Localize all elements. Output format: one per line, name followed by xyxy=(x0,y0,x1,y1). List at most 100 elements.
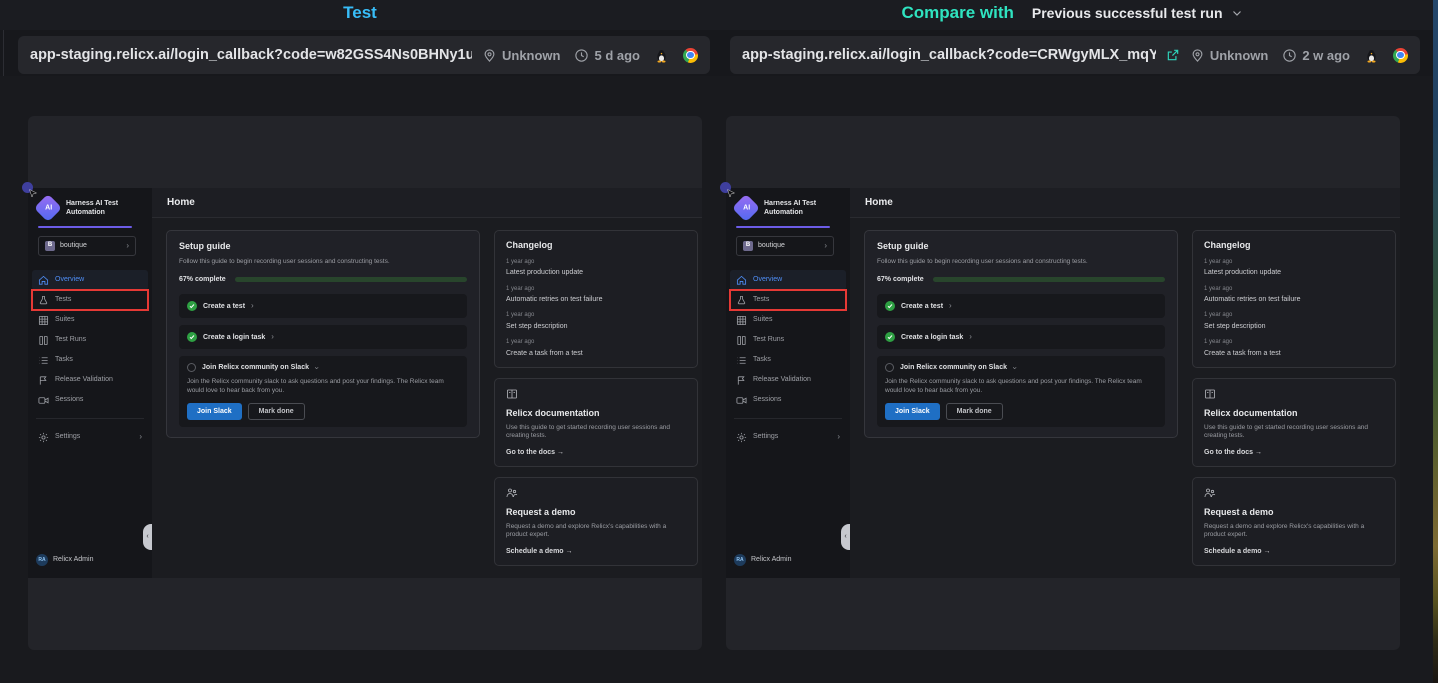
location-value: Unknown xyxy=(1190,48,1269,63)
brand: AI Harness AI Test Automation xyxy=(730,194,846,220)
schedule-demo-link: Schedule a demo → xyxy=(506,547,686,556)
chevron-right-icon: › xyxy=(969,333,972,341)
project-selector: B boutique › xyxy=(38,236,136,256)
test-comparison-view: Test Compare with Previous successful te… xyxy=(0,0,1438,683)
chevron-right-icon: › xyxy=(824,242,827,250)
test-url-bar[interactable]: app-staging.relicx.ai/login_callback?cod… xyxy=(18,36,710,74)
gear-icon xyxy=(38,432,49,443)
task-create-a-test: Create a test › xyxy=(179,294,467,318)
sidebar-item-tests: Tests xyxy=(32,290,148,310)
request-demo-card: Request a demo Request a demo and explor… xyxy=(1192,477,1396,566)
chevron-down-icon: › xyxy=(312,366,320,369)
sidebar-item-label: Test Runs xyxy=(753,335,784,344)
sidebar-item-tests: Tests xyxy=(730,290,846,310)
flask-icon xyxy=(38,295,49,306)
background-edge-strip xyxy=(1433,0,1438,683)
project-badge: B xyxy=(743,241,753,251)
setup-guide-description: Follow this guide to begin recording use… xyxy=(179,258,467,266)
changelog-entry: 1 year ago Set step description xyxy=(1204,312,1384,331)
sidebar-item-sessions: Sessions xyxy=(32,390,148,410)
task-label: Create a login task xyxy=(901,333,963,342)
chrome-browser-icon xyxy=(1393,48,1408,63)
documentation-card: Relicx documentation Use this guide to g… xyxy=(1192,378,1396,467)
sidebar-item-tasks: Tasks xyxy=(730,350,846,370)
task-label: Create a test xyxy=(901,302,943,311)
sidebar-item-label: Tasks xyxy=(55,355,73,364)
sidebar-collapse-handle: ‹ xyxy=(841,524,850,550)
brand: AI Harness AI Test Automation xyxy=(32,194,148,220)
app-topbar: Home xyxy=(152,188,702,218)
test-screenshot-panel[interactable]: AI Harness AI Test Automation B boutique… xyxy=(28,116,702,650)
user-row: RA Relicx Admin xyxy=(32,550,148,570)
check-icon xyxy=(187,301,197,311)
sidebar-item-test-runs: Test Runs xyxy=(730,330,846,350)
page-title: Home xyxy=(865,196,893,209)
test-url[interactable]: app-staging.relicx.ai/login_callback?cod… xyxy=(30,47,472,63)
sidebar-item-label: Release Validation xyxy=(55,375,113,384)
linux-penguin-icon xyxy=(654,48,669,63)
sidebar-item-label: Sessions xyxy=(55,395,83,404)
sidebar-item-label: Release Validation xyxy=(753,375,811,384)
progress-bar xyxy=(235,277,467,282)
grid-icon xyxy=(736,315,747,326)
external-link-icon[interactable] xyxy=(1166,48,1180,62)
compare-with-label: Compare with xyxy=(901,3,1013,23)
flag-icon xyxy=(736,375,747,386)
sidebar-item-label: Tests xyxy=(55,295,71,304)
go-to-docs-link: Go to the docs → xyxy=(506,448,686,457)
compare-url-bar[interactable]: app-staging.relicx.ai/login_callback?cod… xyxy=(730,36,1420,74)
changelog-entry: 1 year ago Create a task from a test xyxy=(1204,339,1384,358)
changelog-entry: 1 year ago Latest production update xyxy=(1204,259,1384,278)
changelog-title: Changelog xyxy=(506,240,686,252)
location-pin-icon xyxy=(482,48,497,63)
sidebar-item-suites: Suites xyxy=(730,310,846,330)
check-icon xyxy=(187,332,197,342)
chevron-right-icon: › xyxy=(949,302,952,310)
sidebar-nav: Overview Tests Suites Test Runs xyxy=(32,270,148,410)
app-main: Home Setup guide Follow this guide to be… xyxy=(850,188,1400,578)
user-name: Relicx Admin xyxy=(53,555,93,564)
user-row: RA Relicx Admin xyxy=(730,550,846,570)
columns-icon xyxy=(736,335,747,346)
project-badge: B xyxy=(45,241,55,251)
progress-bar xyxy=(933,277,1165,282)
changelog-title: Changelog xyxy=(1204,240,1384,252)
setup-guide-title: Setup guide xyxy=(179,241,467,253)
list-icon xyxy=(38,355,49,366)
columns-icon xyxy=(38,335,49,346)
sidebar-item-label: Tests xyxy=(753,295,769,304)
video-icon xyxy=(38,395,49,406)
compare-target-dropdown[interactable]: Previous successful test run xyxy=(1032,5,1243,21)
task-label: Join Relicx community on Slack xyxy=(900,363,1007,372)
task-description: Join the Relicx community slack to ask q… xyxy=(187,378,459,395)
join-slack-button: Join Slack xyxy=(885,403,940,420)
flag-icon xyxy=(38,375,49,386)
app-main: Home Setup guide Follow this guide to be… xyxy=(152,188,702,578)
project-name: boutique xyxy=(60,241,121,250)
flask-icon xyxy=(736,295,747,306)
compare-screenshot-panel[interactable]: AI Harness AI Test Automation B boutique… xyxy=(726,116,1400,650)
sidebar-item-label: Overview xyxy=(753,275,782,284)
sidebar-item-settings: Settings › xyxy=(730,427,846,447)
user-name: Relicx Admin xyxy=(751,555,791,564)
sidebar-item-test-runs: Test Runs xyxy=(32,330,148,350)
divider xyxy=(734,418,842,419)
task-join-slack: Join Relicx community on Slack › Join th… xyxy=(877,356,1165,427)
changelog-entry: 1 year ago Create a task from a test xyxy=(506,339,686,358)
sidebar-item-label: Settings xyxy=(753,432,778,441)
task-create-a-login-task: Create a login task › xyxy=(877,325,1165,349)
task-label: Create a login task xyxy=(203,333,265,342)
brand-title: Harness AI Test Automation xyxy=(764,199,844,218)
chrome-browser-icon xyxy=(683,48,698,63)
compare-url[interactable]: app-staging.relicx.ai/login_callback?cod… xyxy=(742,47,1156,63)
documentation-description: Use this guide to get started recording … xyxy=(506,424,686,441)
changelog-entry: 1 year ago Automatic retries on test fai… xyxy=(506,286,686,305)
project-name: boutique xyxy=(758,241,819,250)
task-create-a-login-task: Create a login task › xyxy=(179,325,467,349)
chevron-right-icon: › xyxy=(271,333,274,341)
sidebar-item-release-validation: Release Validation xyxy=(730,370,846,390)
request-demo-title: Request a demo xyxy=(1204,507,1384,519)
join-slack-button: Join Slack xyxy=(187,403,242,420)
captured-time: 5 d ago xyxy=(574,48,640,63)
list-icon xyxy=(736,355,747,366)
